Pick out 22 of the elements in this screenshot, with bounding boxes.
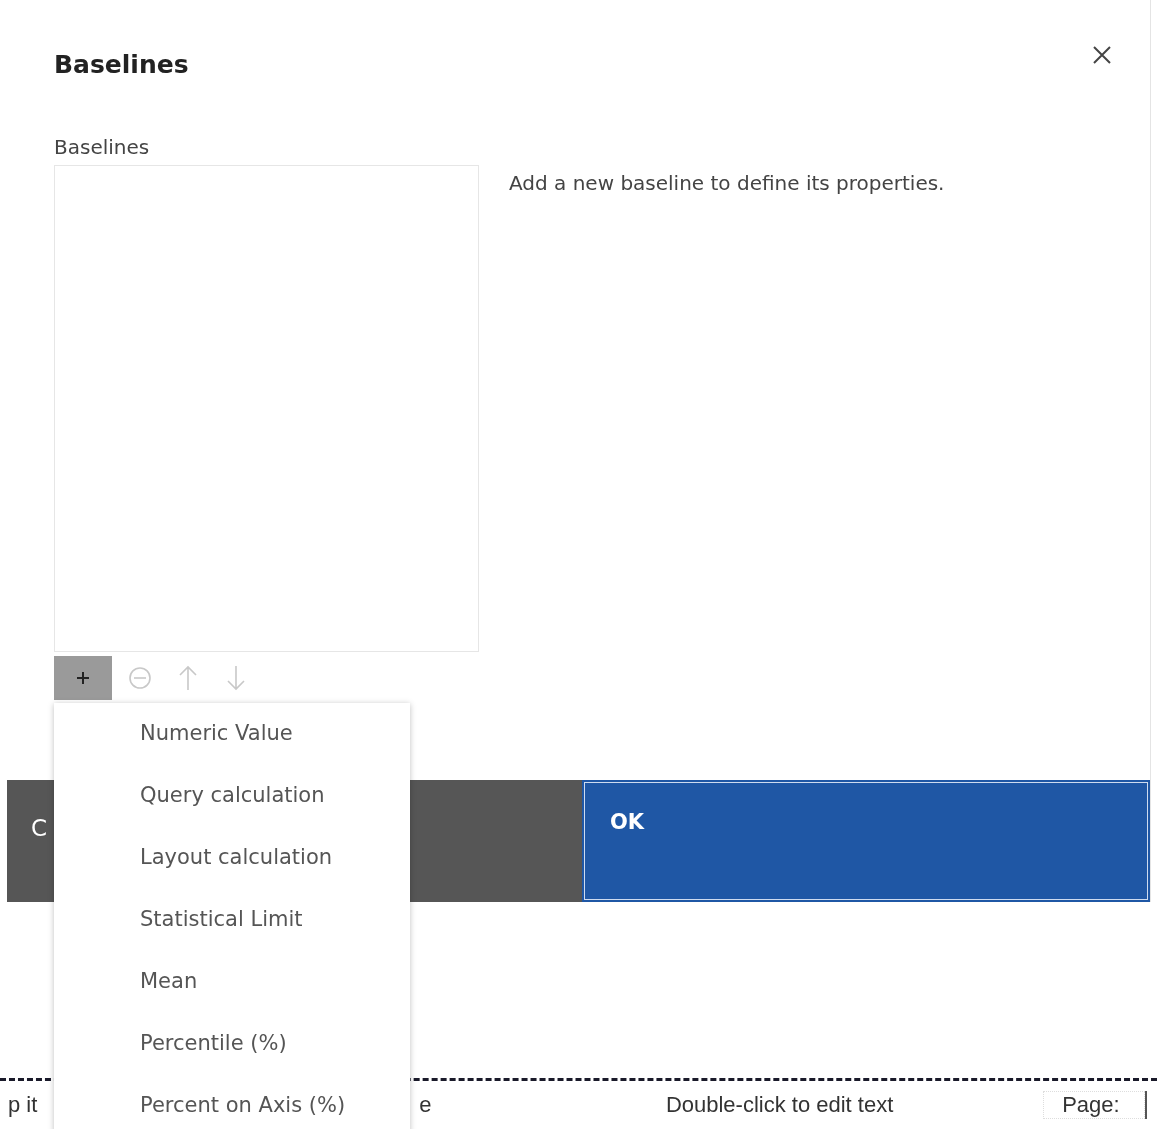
footer-text: Double-click to edit text <box>664 1092 895 1118</box>
footer-text: Page: <box>1043 1091 1146 1119</box>
minus-circle-icon <box>128 666 152 690</box>
dialog-title: Baselines <box>54 50 189 79</box>
empty-message: Add a new baseline to define its properties. <box>509 171 945 197</box>
menu-item[interactable]: Numeric Value <box>54 716 410 778</box>
menu-item[interactable]: Mean <box>54 964 410 1026</box>
list-label: Baselines <box>54 135 151 159</box>
menu-item[interactable]: Query calculation <box>54 778 410 840</box>
close-icon[interactable] <box>1092 45 1112 65</box>
up-arrow-icon <box>178 665 198 691</box>
menu-item[interactable]: Statistical Limit <box>54 902 410 964</box>
menu-item[interactable]: Percentile (%) <box>54 1026 410 1088</box>
down-arrow-icon <box>226 665 246 691</box>
footer-text: e <box>418 1092 433 1118</box>
menu-item[interactable]: Percent on Axis (%) <box>54 1088 410 1129</box>
baselines-list[interactable] <box>54 165 479 652</box>
add-button[interactable] <box>54 656 112 700</box>
footer-text: p it <box>7 1092 38 1118</box>
menu-item[interactable]: Layout calculation <box>54 840 410 902</box>
ok-button[interactable]: OK <box>582 780 1150 902</box>
plus-icon <box>76 671 90 685</box>
